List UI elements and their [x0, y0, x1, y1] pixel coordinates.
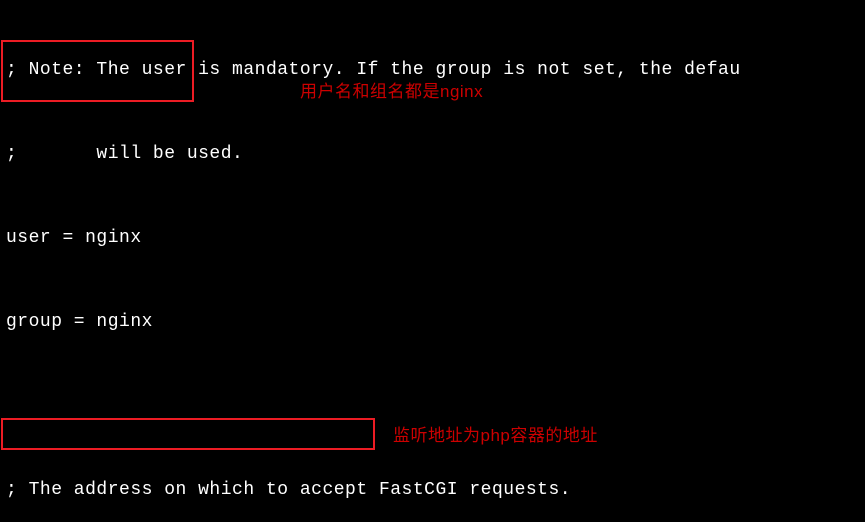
annotation-listen: 监听地址为php容器的地址	[393, 422, 598, 450]
config-line-user: user = nginx	[0, 224, 865, 252]
terminal-view: ; Note: The user is mandatory. If the gr…	[0, 0, 865, 522]
config-line-group: group = nginx	[0, 308, 865, 336]
config-line: ; The address on which to accept FastCGI…	[0, 476, 865, 504]
annotation-user-group: 用户名和组名都是nginx	[300, 78, 483, 106]
config-line	[0, 392, 865, 420]
highlight-box-listen	[1, 418, 375, 450]
config-line: ; will be used.	[0, 140, 865, 168]
